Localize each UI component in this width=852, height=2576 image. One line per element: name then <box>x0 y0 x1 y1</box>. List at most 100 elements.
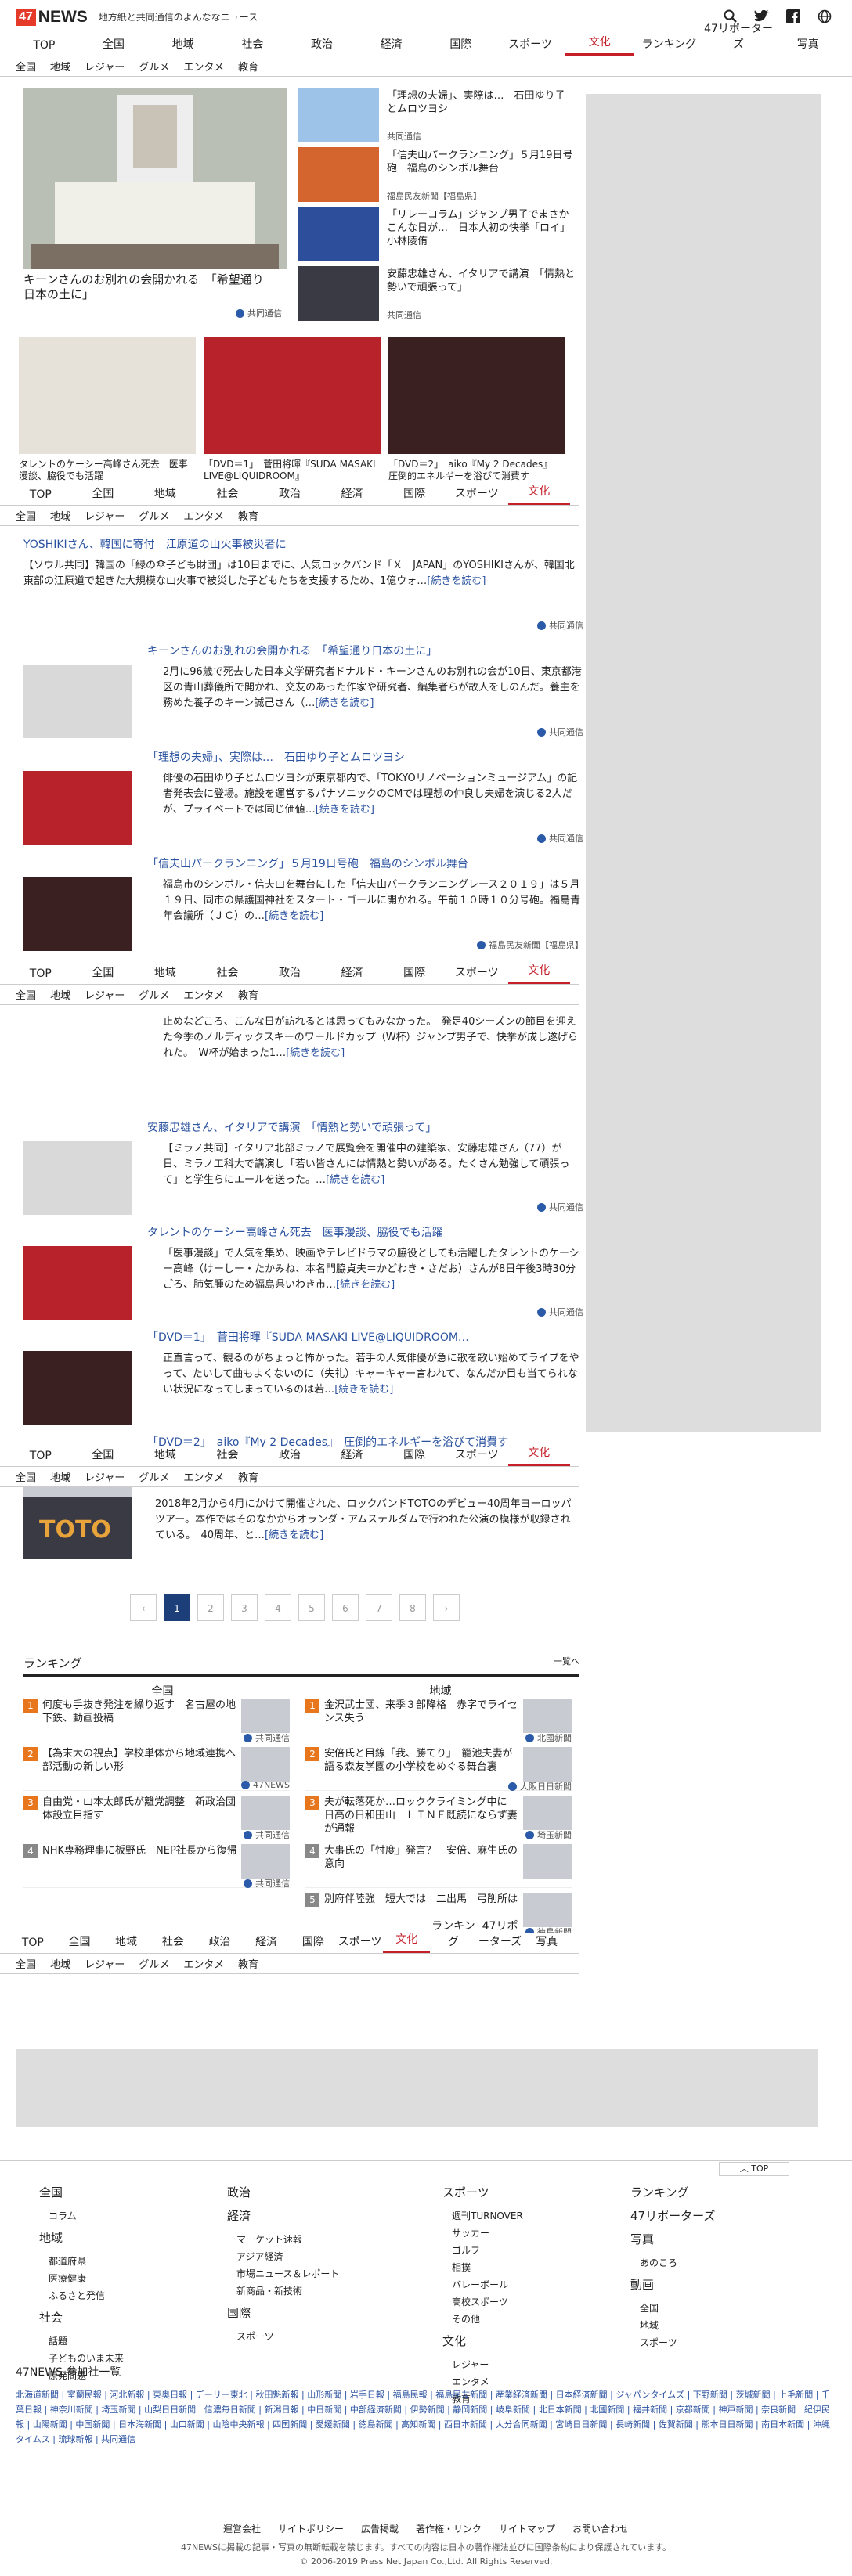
footer-link[interactable]: スポーツ <box>630 2334 715 2351</box>
nav-tab[interactable]: 文化 <box>383 1931 431 1953</box>
nav-tab[interactable]: 写真 <box>773 36 843 56</box>
sub-nav-item[interactable]: 全国 <box>16 1469 36 1484</box>
rank-title[interactable]: 夫が転落死か…ロッククライミング中に 日高の日和田山 ＬＩＮＥ既読にならず妻が通… <box>324 1796 520 1836</box>
footer-bottom-link[interactable]: 広告掲載 <box>361 2522 399 2535</box>
sub-nav-item[interactable]: 地域 <box>50 987 70 1002</box>
footer-heading[interactable]: 動画 <box>630 2276 715 2293</box>
ranking-item[interactable]: 1 金沢武士団、来季３部降格 赤字でライセンス失う 北國新聞 <box>305 1694 572 1743</box>
side-thumb[interactable] <box>298 88 379 142</box>
nav-tab[interactable]: 全国 <box>72 1447 135 1466</box>
back-to-top-button[interactable]: ︿ TOP <box>719 2162 789 2176</box>
sub-nav-item[interactable]: レジャー <box>85 987 125 1002</box>
rank-title[interactable]: 自由党・山本太郎氏が離党調整 新政治団体設立目指す <box>42 1796 238 1822</box>
sub-nav-item[interactable]: 全国 <box>16 1956 36 1971</box>
nav-tab[interactable]: 文化 <box>507 483 571 505</box>
sub-nav-item[interactable]: 地域 <box>50 59 70 74</box>
read-more-link[interactable]: [続きを読む] <box>316 804 374 816</box>
article-thumb[interactable] <box>23 1351 132 1425</box>
nav-tab[interactable]: 社会 <box>197 964 259 984</box>
nav-tab[interactable]: 政治 <box>197 1933 244 1953</box>
footer-link[interactable]: 話題 <box>39 2333 124 2350</box>
sub-nav-item[interactable]: 教育 <box>238 59 258 74</box>
nav-tab[interactable]: TOP <box>9 967 72 984</box>
ranking-item[interactable]: 2 安倍氏と目線「我、勝てり」 籠池夫妻が語る森友学園の小学校をめぐる舞台裏 大阪日… <box>305 1742 572 1792</box>
nav-tab[interactable]: 地域 <box>134 1447 197 1466</box>
footer-link[interactable]: 地域 <box>630 2317 715 2334</box>
nav-tab[interactable]: 経済 <box>321 485 384 505</box>
nav-tab[interactable]: 全国 <box>72 964 135 984</box>
nav-tab[interactable]: 地域 <box>134 485 197 505</box>
footer-link[interactable]: 市場ニュース＆レポート <box>227 2265 339 2282</box>
main-photo[interactable] <box>23 88 287 269</box>
search-icon[interactable] <box>722 8 739 25</box>
sub-nav-item[interactable]: エンタメ <box>183 1956 224 1971</box>
page-button[interactable]: 5 <box>298 1594 325 1621</box>
side-title[interactable]: 安藤忠雄さん、イタリアで講演 「情熱と勢いで頑張って」 <box>387 268 575 294</box>
photo-card-image[interactable] <box>388 337 565 454</box>
nav-tab[interactable]: スポーツ <box>337 1933 384 1953</box>
side-article[interactable]: 「理想の夫婦」、実際は… 石田ゆり子とムロツヨシ 共同通信 <box>298 88 579 146</box>
article-thumb[interactable] <box>23 1141 132 1215</box>
photo-card[interactable]: 「DVD＝1」 菅田将暉『SUDA MASAKI LIVE@LIQUIDROOM… <box>204 337 381 493</box>
footer-link[interactable]: 都道府県 <box>39 2253 124 2270</box>
footer-heading[interactable]: スポーツ <box>442 2184 523 2201</box>
rank-thumb[interactable] <box>523 1796 572 1830</box>
page-button[interactable]: 7 <box>366 1594 392 1621</box>
sub-nav-item[interactable]: 地域 <box>50 1469 70 1484</box>
footer-link[interactable]: 相撲 <box>442 2259 523 2276</box>
nav-tab[interactable]: 地域 <box>148 36 218 56</box>
nav-tab[interactable]: 全国 <box>56 1933 103 1953</box>
side-thumb[interactable] <box>298 207 379 261</box>
nav-tab[interactable]: TOP <box>9 39 79 56</box>
article-title[interactable]: 安藤忠雄さん、イタリアで講演 「情熱と勢いで頑張って」 <box>147 1119 436 1135</box>
rank-thumb[interactable] <box>523 1844 572 1879</box>
footer-link[interactable]: 全国 <box>630 2300 715 2317</box>
footer-heading[interactable]: 文化 <box>442 2333 523 2350</box>
globe-icon[interactable] <box>816 8 833 25</box>
rank-thumb[interactable] <box>241 1796 290 1830</box>
nav-tab[interactable]: 国際 <box>383 1447 446 1466</box>
nav-tab[interactable]: 社会 <box>150 1933 197 1953</box>
nav-tab[interactable]: スポーツ <box>446 1447 508 1466</box>
article-title[interactable]: 「DVD＝1」 菅田将暉『SUDA MASAKI LIVE@LIQUIDROOM… <box>147 1329 469 1345</box>
rank-title[interactable]: 何度も手抜き発注を繰り返す 名古屋の地下鉄、動画投稿 <box>42 1699 238 1725</box>
nav-tab[interactable]: スポーツ <box>446 964 508 984</box>
footer-heading[interactable]: ランキング <box>630 2184 715 2201</box>
sub-nav-item[interactable]: グルメ <box>139 1956 169 1971</box>
page-button[interactable]: 3 <box>231 1594 258 1621</box>
read-more-link[interactable]: [続きを読む] <box>265 910 323 922</box>
rank-thumb[interactable] <box>523 1699 572 1733</box>
rank-thumb[interactable] <box>241 1699 290 1733</box>
footer-heading[interactable]: 写真 <box>630 2231 715 2248</box>
footer-heading[interactable]: 地域 <box>39 2229 124 2246</box>
ranking-item[interactable]: 3 夫が転落死か…ロッククライミング中に 日高の日和田山 ＬＩＮＥ既読にならず妻が… <box>305 1791 572 1840</box>
rank-title[interactable]: 【為末大の視点】学校単体から地域連携へ 部活動の新しい形 <box>42 1747 246 1774</box>
nav-tab[interactable]: 経済 <box>321 964 384 984</box>
rank-title[interactable]: 別府伴陸強 短大では 二出馬 弓削所は <box>324 1893 520 1906</box>
sub-nav-item[interactable]: レジャー <box>85 1956 125 1971</box>
nav-tab[interactable]: 政治 <box>258 964 321 984</box>
sub-nav-item[interactable]: 教育 <box>238 508 258 523</box>
photo-card[interactable]: タレントのケーシー高峰さん死去 医事漫談、脇役でも活躍 <box>19 337 196 493</box>
rank-thumb[interactable] <box>241 1844 290 1879</box>
sub-nav-item[interactable]: 教育 <box>238 987 258 1002</box>
side-title[interactable]: 「理想の夫婦」、実際は… 石田ゆり子とムロツヨシ <box>387 89 575 116</box>
nav-tab[interactable]: 経済 <box>243 1933 290 1953</box>
photo-card-title[interactable]: タレントのケーシー高峰さん死去 医事漫談、脇役でも活躍 <box>19 459 196 482</box>
nav-tab[interactable]: 経済 <box>321 1447 384 1466</box>
page-button[interactable]: 2 <box>197 1594 224 1621</box>
article-thumb[interactable] <box>23 665 132 738</box>
side-article[interactable]: 安藤忠雄さん、イタリアで講演 「情熱と勢いで頑張って」 共同通信 <box>298 266 579 324</box>
footer-heading[interactable]: 全国 <box>39 2184 124 2201</box>
rank-title[interactable]: 金沢武士団、来季３部降格 赤字でライセンス失う <box>324 1699 520 1725</box>
side-title[interactable]: 「信夫山パークランニング」５月19日号砲 福島のシンボル舞台 <box>387 149 575 175</box>
article-thumb[interactable] <box>23 771 132 845</box>
footer-link[interactable]: ゴルフ <box>442 2242 523 2259</box>
nav-tab[interactable]: 47リポーターズ <box>477 1918 524 1953</box>
read-more-link[interactable]: [続きを読む] <box>427 575 486 587</box>
rank-title[interactable]: 安倍氏と目線「我、勝てり」 籠池夫妻が語る森友学園の小学校をめぐる舞台裏 <box>324 1747 520 1774</box>
rank-title[interactable]: NHK専務理事に板野氏 NEP社長から復帰 <box>42 1844 238 1857</box>
main-caption[interactable]: キーンさんのお別れの会開かれる 「希望通り日本の土に」 <box>23 272 274 302</box>
footer-link[interactable]: 週刊TURNOVER <box>442 2207 523 2225</box>
facebook-icon[interactable] <box>785 8 802 25</box>
